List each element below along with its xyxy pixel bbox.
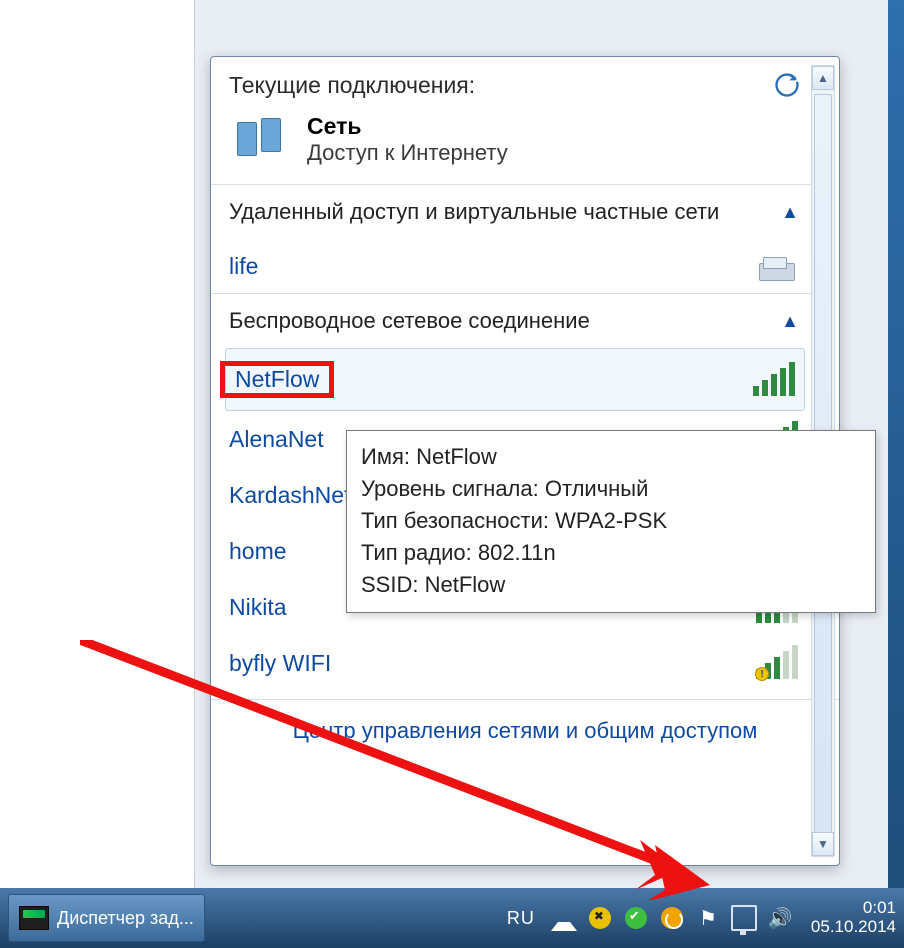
flyout-title: Текущие подключения: [229,72,475,99]
vpn-item-label: life [229,253,258,280]
tooltip-key: Имя: [361,444,416,469]
clock-time: 0:01 [811,899,896,918]
language-indicator[interactable]: RU [503,908,539,929]
refresh-icon[interactable] [773,71,801,99]
network-status: Доступ к Интернету [307,140,508,166]
taskbar-app-label: Диспетчер зад... [57,908,194,929]
warning-overlay-icon: ! [755,667,769,681]
tray-icon-av[interactable] [587,905,613,931]
tooltip-val: NetFlow [416,444,497,469]
tooltip-key: Тип безопасности: [361,508,555,533]
tray-expand-icon[interactable] [551,905,577,931]
signal-medium-warn-icon: ! [755,647,799,679]
background-left-panel [0,0,195,888]
network-icon [233,116,291,164]
taskbar-app-button[interactable]: Диспетчер зад... [8,894,205,942]
section-vpn-header[interactable]: Удаленный доступ и виртуальные частные с… [225,185,805,239]
taskbar: Диспетчер зад... RU ⚑ 🔊 0:01 05.10.2014 [0,888,904,948]
tooltip-key: SSID: [361,572,425,597]
highlight-annotation: NetFlow [220,361,334,398]
network-center-link[interactable]: Центр управления сетями и общим доступом [211,699,839,764]
system-tray: ⚑ 🔊 [545,905,799,931]
chevron-up-icon: ▲ [781,311,799,332]
wifi-tooltip: Имя: NetFlow Уровень сигнала: Отличный Т… [346,430,876,613]
modem-icon [755,251,799,281]
wifi-item-label: home [229,538,287,565]
scroll-down-button[interactable]: ▼ [812,832,834,856]
section-wifi-label: Беспроводное сетевое соединение [229,308,590,334]
signal-strong-icon [752,364,796,396]
current-network-row: Сеть Доступ к Интернету [225,109,805,184]
vpn-item-life[interactable]: life [225,239,805,293]
network-center-link-label: Центр управления сетями и общим доступом [293,718,758,743]
section-vpn-label: Удаленный доступ и виртуальные частные с… [229,199,719,225]
wifi-item-label: KardashNet [229,482,350,509]
tooltip-val: WPA2-PSK [555,508,667,533]
wifi-item-label: AlenaNet [229,426,324,453]
tooltip-val: NetFlow [425,572,506,597]
tray-icon-ok[interactable] [623,905,649,931]
action-center-icon[interactable]: ⚑ [695,905,721,931]
tray-icon-update[interactable] [659,905,685,931]
task-manager-icon [19,906,49,930]
taskbar-clock[interactable]: 0:01 05.10.2014 [805,899,896,936]
wifi-item-netflow[interactable]: NetFlow [225,348,805,411]
volume-icon[interactable]: 🔊 [767,905,793,931]
clock-date: 05.10.2014 [811,918,896,937]
tooltip-val: 802.11n [478,540,556,565]
wifi-item-byfly[interactable]: byfly WIFI ! [225,635,805,691]
wifi-item-label: byfly WIFI [229,650,331,677]
network-tray-icon[interactable] [731,905,757,931]
background-desktop-strip [888,0,904,888]
scroll-up-button[interactable]: ▲ [812,66,834,90]
section-wifi-header[interactable]: Беспроводное сетевое соединение ▲ [225,294,805,348]
wifi-item-label: NetFlow [235,366,319,392]
chevron-up-icon: ▲ [781,202,799,223]
network-name: Сеть [307,113,508,140]
tooltip-key: Тип радио: [361,540,478,565]
wifi-item-label: Nikita [229,594,287,621]
tooltip-val: Отличный [545,476,649,501]
tooltip-key: Уровень сигнала: [361,476,545,501]
